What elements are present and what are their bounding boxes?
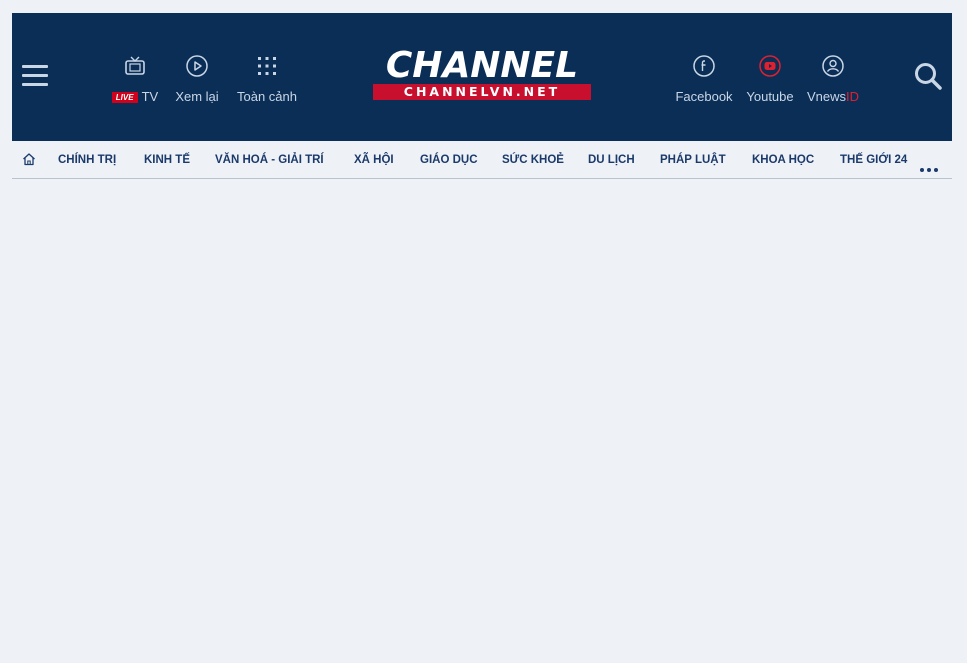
nav-item-suc-khoe[interactable]: SỨC KHOẺ [502,154,564,166]
vnewsid-link[interactable]: VnewsID [804,51,862,104]
user-icon [804,51,862,81]
vnewsid-label-main: Vnews [806,89,847,104]
overview-label: Toàn cảnh [237,89,297,104]
facebook-label: Facebook [675,89,733,104]
youtube-icon [742,51,798,81]
nav-item-khoa-hoc[interactable]: KHOA HỌC [752,154,814,166]
youtube-label: Youtube [746,89,794,104]
nav-item-phap-luat[interactable]: PHÁP LUẬT [660,154,726,166]
home-icon[interactable] [22,152,36,171]
live-tv-link[interactable]: LIVE TV [110,51,160,104]
facebook-link[interactable]: Facebook [672,51,736,104]
nav-item-the-gioi-24[interactable]: THẾ GIỚI 24 [840,154,907,166]
search-icon[interactable] [913,61,943,91]
nav-item-du-lich[interactable]: DU LỊCH [588,154,635,166]
overview-link[interactable]: Toàn cảnh [234,51,300,104]
logo-wordmark: CHANNEL [385,45,579,86]
nav-item-kinh-te[interactable]: KINH TẾ [144,154,190,166]
grid-dots-icon [234,51,300,81]
play-circle-icon [172,51,222,81]
more-dots-icon[interactable] [920,159,941,177]
live-badge: LIVE [111,92,138,103]
nav-item-chinh-tri[interactable]: CHÍNH TRỊ [58,154,116,166]
replay-label: Xem lại [175,89,219,104]
nav-item-van-hoa[interactable]: VĂN HOÁ - GIẢI TRÍ [215,154,324,166]
category-nav: CHÍNH TRỊ KINH TẾ VĂN HOÁ - GIẢI TRÍ XÃ … [12,143,952,179]
replay-link[interactable]: Xem lại [172,51,222,104]
vnewsid-label-accent: ID [846,89,860,104]
logo-domain: CHANNELVN.NET [373,84,591,100]
site-logo[interactable]: CHANNEL CHANNELVN.NET [373,48,591,104]
menu-icon[interactable] [20,65,50,87]
youtube-link[interactable]: Youtube [742,51,798,104]
nav-item-xa-hoi[interactable]: XÃ HỘI [354,154,394,166]
facebook-icon [672,51,736,81]
site-header: LIVE TV Xem lại Toàn cảnh CHANNEL CHANNEL… [12,13,952,141]
tv-label: TV [141,89,159,104]
nav-item-giao-duc[interactable]: GIÁO DỤC [420,154,478,166]
tv-icon [110,51,160,81]
